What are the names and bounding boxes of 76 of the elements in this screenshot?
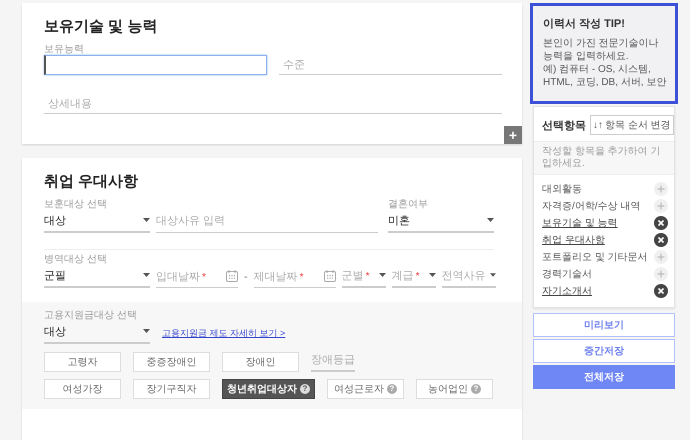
field-label: 고용지원금대상 선택: [44, 310, 138, 322]
details-link[interactable]: 고용지원금 제도 자세히 보기 >: [162, 327, 286, 344]
option-button[interactable]: 농어업인 ?: [416, 379, 493, 399]
dropdown-field[interactable]: 군별 *: [342, 267, 386, 288]
tip-text: 예) 컴퓨터 - OS, 시스템, HTML, 코딩, DB, 서버, 보안: [543, 63, 667, 89]
placeholder-text: 계급 *: [392, 268, 421, 282]
remove-icon[interactable]: [654, 216, 668, 230]
field-label: 병역대상 선택: [44, 254, 108, 266]
field-label: 결혼여부: [388, 199, 429, 211]
text-field[interactable]: 대상사유 입력: [156, 213, 378, 233]
placeholder-text: 군별 *: [342, 268, 371, 282]
text-field[interactable]: 상세내용: [44, 94, 502, 114]
dropdown-field[interactable]: 계급 *: [392, 267, 436, 288]
field-value: 미혼: [388, 214, 411, 228]
option-button[interactable]: 고령자: [44, 352, 121, 372]
add-button[interactable]: +: [504, 126, 522, 144]
remove-icon[interactable]: [654, 232, 668, 246]
sort-button[interactable]: ↓↑ 항목 순서 변경: [590, 115, 674, 135]
required-mark: *: [202, 272, 206, 282]
help-icon: ?: [471, 384, 481, 394]
option-button[interactable]: 장기구직자: [133, 379, 210, 399]
section-item[interactable]: 포트폴리오 및 기타문서: [542, 250, 648, 264]
caret-icon: [143, 273, 150, 277]
required-mark: *: [300, 272, 304, 282]
tip-title: 이력서 작성 TIP!: [543, 17, 626, 31]
date-field[interactable]: 입대날짜 *: [156, 268, 238, 288]
section-item[interactable]: 자기소개서: [542, 284, 592, 298]
help-icon: ?: [387, 384, 397, 394]
caret-icon: [143, 218, 150, 222]
remove-icon[interactable]: [654, 284, 668, 298]
section-item[interactable]: 취업 우대사항: [542, 232, 605, 246]
section-item[interactable]: 대외활동: [542, 182, 582, 196]
field-value: 군필: [44, 268, 67, 282]
dropdown-field[interactable]: 결혼여부 미혼: [388, 199, 494, 233]
text-field[interactable]: [44, 55, 267, 75]
tip-text: 본인이 가진 전문기술이나 능력을 입력하세요.: [543, 37, 660, 63]
save-all-button[interactable]: 전체저장: [533, 365, 675, 389]
caret-icon: [143, 329, 150, 333]
text-field[interactable]: 수준: [279, 55, 502, 75]
caret-icon: [378, 273, 386, 277]
option-button[interactable]: 여성근로자 ?: [327, 379, 404, 399]
range-separator: -: [244, 271, 248, 285]
option-button[interactable]: 장애인: [222, 352, 299, 372]
field-value: 대상: [44, 324, 67, 338]
dropdown-field[interactable]: 보훈대상 선택 대상: [44, 199, 150, 233]
required-mark: *: [416, 270, 420, 282]
option-button[interactable]: 중증장애인: [133, 352, 210, 372]
caret-icon: [490, 273, 496, 277]
calendar-icon: [226, 270, 238, 282]
section-title: 보유기술 및 능력: [44, 17, 158, 36]
hint-text: 작성할 항목을 추가하여 기입하세요.: [534, 141, 674, 175]
option-button[interactable]: 여성가장: [44, 379, 121, 399]
action-button[interactable]: 중간저장: [533, 339, 675, 363]
section-item[interactable]: 자격증/어학/수상 내역: [542, 198, 640, 212]
field-label: 보훈대상 선택: [44, 199, 108, 211]
required-mark: *: [366, 270, 370, 282]
placeholder-text: 전역사유: [442, 268, 486, 282]
section-item[interactable]: 보유기술 및 능력: [542, 216, 618, 230]
add-icon[interactable]: [654, 182, 668, 196]
calendar-icon: [324, 270, 336, 282]
caret-icon: [428, 273, 436, 277]
section-item[interactable]: 경력기술서: [542, 266, 592, 280]
dropdown-field[interactable]: 병역대상 선택 군필: [44, 254, 150, 288]
field-label: 보유능력: [44, 44, 85, 55]
caret-icon: [487, 218, 494, 222]
placeholder-text: 장애등급: [311, 352, 355, 366]
date-field[interactable]: 제대날짜 *: [254, 268, 336, 288]
dropdown-field[interactable]: 고용지원금대상 선택 대상: [44, 310, 150, 344]
help-icon: ?: [300, 384, 310, 394]
action-button[interactable]: 미리보기: [533, 313, 675, 337]
placeholder-text: 입대날짜 *: [156, 270, 207, 284]
placeholder-text: 제대날짜 *: [254, 270, 305, 284]
section-title: 취업 우대사항: [44, 172, 140, 191]
panel-title: 선택항목: [542, 118, 586, 132]
option-button[interactable]: 청년취업대상자 ?: [222, 379, 315, 399]
field-value: 대상: [44, 214, 67, 228]
